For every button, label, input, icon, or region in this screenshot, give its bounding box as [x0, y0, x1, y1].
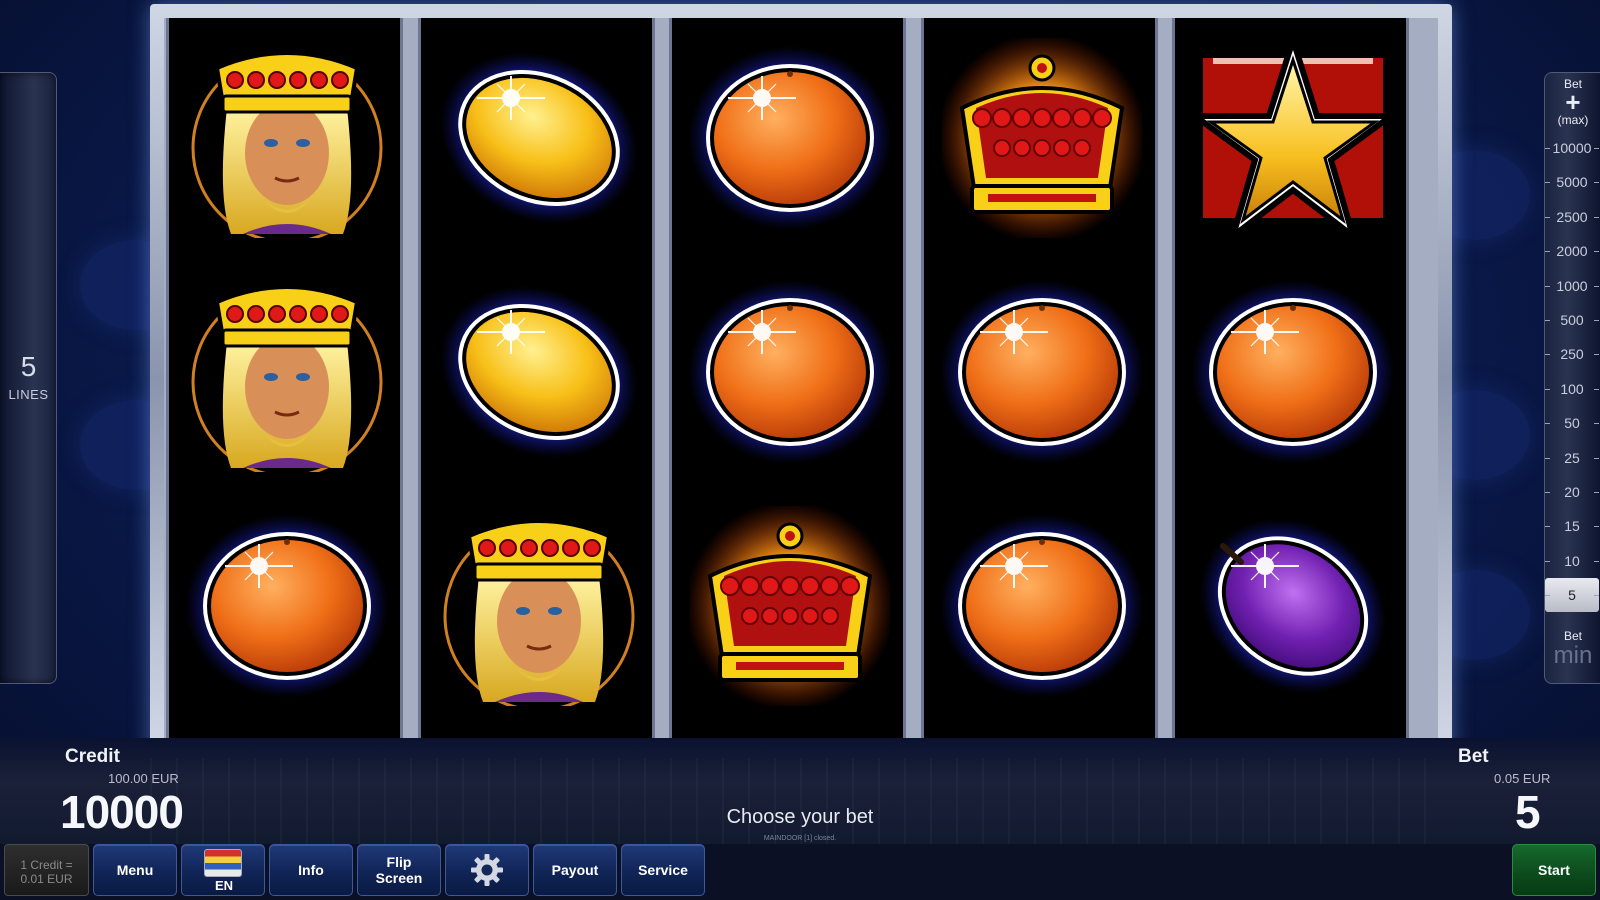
plum-symbol: [1175, 486, 1412, 726]
info-label: Info: [298, 862, 324, 878]
lines-count: 5: [20, 351, 37, 382]
language-label: EN: [214, 878, 234, 893]
service-button[interactable]: Service: [621, 844, 705, 896]
language-button[interactable]: EN: [181, 844, 265, 896]
service-label: Service: [638, 862, 688, 878]
language-flag-icon: [204, 849, 242, 877]
reels-area: [164, 18, 1438, 740]
start-label: Start: [1538, 862, 1570, 878]
plus-icon: +: [1565, 87, 1581, 117]
settings-button[interactable]: [445, 844, 529, 896]
reels-frame: [150, 4, 1452, 754]
menu-button[interactable]: Menu: [93, 844, 177, 896]
orange-symbol: [924, 486, 1161, 726]
bet-scale-item[interactable]: 10000: [1545, 131, 1599, 165]
credit-rate-display: 1 Credit = 0.01 EUR: [4, 844, 89, 896]
credit-rate-line1: 1 Credit =: [20, 858, 73, 872]
crown-symbol: [672, 486, 909, 726]
bet-scale-item[interactable]: 20: [1545, 475, 1599, 509]
bet-scale-item[interactable]: 500: [1545, 303, 1599, 337]
bet-scale-item[interactable]: 25: [1545, 441, 1599, 475]
star-symbol: [1175, 18, 1412, 258]
bet-scale-item[interactable]: 5000: [1545, 165, 1599, 199]
king-symbol: [169, 18, 406, 258]
gear-icon: [471, 854, 503, 886]
king-symbol: [169, 252, 406, 492]
lines-label: LINES: [8, 387, 49, 402]
lemon-symbol: [421, 18, 658, 258]
info-bar-decor: [150, 758, 1450, 844]
bet-scale-item[interactable]: 5: [1545, 578, 1599, 613]
payout-button[interactable]: Payout: [533, 844, 617, 896]
status-message: Choose your bet: [726, 806, 874, 828]
crown-symbol: [924, 18, 1161, 258]
bet-panel: Bet + (max) 10000 5000 2500 2000 1000 500 250 1…: [1544, 72, 1600, 684]
status-submessage: MAINDOOR [1] closed.: [763, 835, 837, 842]
bet-scale-item[interactable]: 10: [1545, 544, 1599, 578]
bet-scale-item[interactable]: 1000: [1545, 269, 1599, 303]
bet-min-label: Bet: [1563, 629, 1582, 643]
bet-scale-item[interactable]: 2500: [1545, 200, 1599, 234]
credit-value: 10000: [60, 786, 184, 838]
start-button[interactable]: Start: [1512, 844, 1596, 896]
credit-rate-line2: 0.01 EUR: [20, 872, 73, 886]
info-button[interactable]: Info: [269, 844, 353, 896]
orange-symbol: [169, 486, 406, 726]
bet-title: Bet: [1458, 746, 1489, 767]
bet-min-button[interactable]: Bet min: [1548, 629, 1598, 683]
bet-scale-item[interactable]: 15: [1545, 509, 1599, 543]
reel: [669, 18, 906, 740]
orange-symbol: [672, 18, 909, 258]
lines-panel: 5 LINES: [0, 72, 57, 684]
credit-eur: 100.00 EUR: [108, 771, 179, 786]
bet-scale-item[interactable]: 2000: [1545, 234, 1599, 268]
bet-scale-item[interactable]: 50: [1545, 406, 1599, 440]
flip-screen-label-2: Screen: [375, 870, 423, 886]
bet-min-sublabel: min: [1553, 642, 1593, 669]
reel: [166, 18, 403, 740]
flip-screen-label-1: Flip: [386, 854, 412, 870]
bet-value: 5: [1515, 786, 1541, 838]
bet-max-sublabel: (max): [1557, 113, 1589, 127]
orange-symbol: [672, 252, 909, 492]
reel: [920, 18, 1161, 740]
lemon-symbol: [421, 252, 658, 492]
reel: [417, 18, 658, 740]
bet-max-button[interactable]: Bet + (max): [1548, 75, 1598, 131]
bet-scale-item[interactable]: 100: [1545, 372, 1599, 406]
orange-symbol: [1175, 252, 1412, 492]
reel: [1172, 18, 1409, 740]
bet-scale-item[interactable]: 250: [1545, 337, 1599, 371]
bet-eur: 0.05 EUR: [1494, 771, 1551, 786]
menu-label: Menu: [116, 862, 154, 878]
credit-title: Credit: [65, 746, 120, 767]
king-symbol: [421, 486, 658, 726]
flip-screen-button[interactable]: Flip Screen: [357, 844, 441, 896]
payout-label: Payout: [551, 862, 599, 878]
orange-symbol: [924, 252, 1161, 492]
